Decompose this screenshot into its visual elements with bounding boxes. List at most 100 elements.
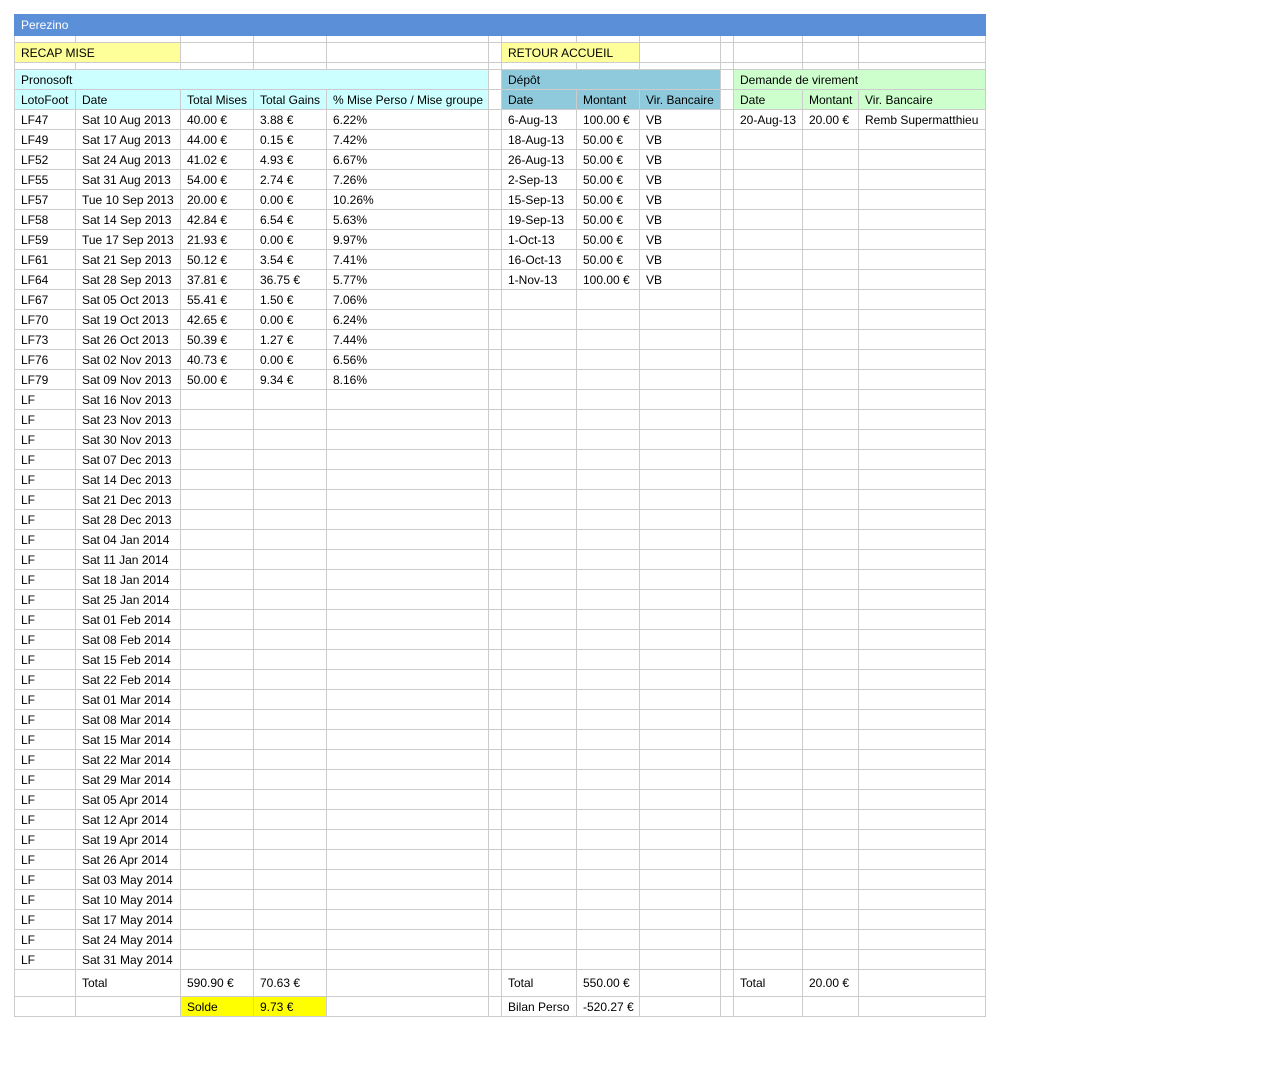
empty-cell[interactable] [858, 629, 986, 650]
empty-cell[interactable] [720, 849, 734, 870]
empty-cell[interactable] [720, 889, 734, 910]
empty-cell[interactable] [501, 349, 577, 370]
empty-cell[interactable] [180, 409, 254, 430]
empty-cell[interactable] [576, 789, 640, 810]
empty-cell[interactable] [576, 369, 640, 390]
total-gains-cell[interactable]: 0.00 € [253, 229, 327, 250]
empty-cell[interactable] [802, 689, 859, 710]
date-cell[interactable]: Sat 31 Aug 2013 [75, 169, 181, 190]
empty-cell[interactable] [180, 649, 254, 670]
empty-cell[interactable] [326, 829, 489, 850]
empty-cell[interactable] [488, 589, 502, 610]
empty-cell[interactable] [802, 309, 859, 330]
empty-cell[interactable] [576, 909, 640, 930]
empty-cell[interactable] [488, 489, 502, 510]
depot-date-cell[interactable]: 1-Nov-13 [501, 269, 577, 290]
depot-vir-cell[interactable]: VB [639, 129, 721, 150]
empty-cell[interactable] [733, 889, 803, 910]
empty-cell[interactable] [501, 769, 577, 790]
total-gains-cell[interactable]: 0.00 € [253, 349, 327, 370]
date-cell[interactable]: Sat 26 Apr 2014 [75, 849, 181, 870]
empty-cell[interactable] [639, 769, 721, 790]
empty-cell[interactable] [639, 849, 721, 870]
total-mises-cell[interactable]: 42.65 € [180, 309, 254, 330]
depot-montant-cell[interactable]: 50.00 € [576, 229, 640, 250]
depot-date-cell[interactable]: 19-Sep-13 [501, 209, 577, 230]
empty-cell[interactable] [501, 749, 577, 770]
empty-cell[interactable] [576, 409, 640, 430]
empty-cell[interactable] [802, 869, 859, 890]
empty-cell[interactable] [180, 869, 254, 890]
lotofoot-cell[interactable]: LF79 [14, 369, 76, 390]
empty-cell[interactable] [720, 769, 734, 790]
empty-cell[interactable] [858, 569, 986, 590]
empty-cell[interactable] [720, 369, 734, 390]
empty-cell[interactable] [576, 489, 640, 510]
empty-cell[interactable] [720, 209, 734, 230]
empty-cell[interactable] [733, 209, 803, 230]
empty-cell[interactable] [639, 909, 721, 930]
total-gains-cell[interactable]: 9.34 € [253, 369, 327, 390]
empty-cell[interactable] [733, 269, 803, 290]
empty-cell[interactable] [720, 929, 734, 950]
empty-cell[interactable] [733, 909, 803, 930]
empty-cell[interactable] [326, 549, 489, 570]
empty-cell[interactable] [253, 929, 327, 950]
empty-cell[interactable] [639, 409, 721, 430]
date-cell[interactable]: Sat 29 Mar 2014 [75, 769, 181, 790]
empty-cell[interactable] [488, 809, 502, 830]
empty-cell[interactable] [733, 129, 803, 150]
empty-cell[interactable] [180, 789, 254, 810]
empty-cell[interactable] [488, 709, 502, 730]
empty-cell[interactable] [802, 829, 859, 850]
empty-cell[interactable] [501, 289, 577, 310]
date-cell[interactable]: Sat 03 May 2014 [75, 869, 181, 890]
lotofoot-cell[interactable]: LF [14, 789, 76, 810]
empty-cell[interactable] [488, 769, 502, 790]
depot-date-cell[interactable]: 18-Aug-13 [501, 129, 577, 150]
empty-cell[interactable] [501, 469, 577, 490]
depot-montant-cell[interactable]: 50.00 € [576, 249, 640, 270]
empty-cell[interactable] [720, 249, 734, 270]
total-gains-cell[interactable]: 0.00 € [253, 309, 327, 330]
empty-cell[interactable] [180, 729, 254, 750]
empty-cell[interactable] [720, 629, 734, 650]
empty-cell[interactable] [180, 709, 254, 730]
empty-cell[interactable] [733, 769, 803, 790]
empty-cell[interactable] [488, 169, 502, 190]
empty-cell[interactable] [802, 909, 859, 930]
empty-cell[interactable] [488, 909, 502, 930]
lotofoot-cell[interactable]: LF [14, 469, 76, 490]
empty-cell[interactable] [639, 289, 721, 310]
empty-cell[interactable] [720, 609, 734, 630]
empty-cell[interactable] [858, 249, 986, 270]
empty-cell[interactable] [639, 549, 721, 570]
empty-cell[interactable] [326, 669, 489, 690]
pct-mise-cell[interactable]: 7.42% [326, 129, 489, 150]
empty-cell[interactable] [639, 489, 721, 510]
empty-cell[interactable] [326, 949, 489, 970]
empty-cell[interactable] [733, 629, 803, 650]
empty-cell[interactable] [639, 349, 721, 370]
empty-cell[interactable] [639, 469, 721, 490]
pct-mise-cell[interactable]: 8.16% [326, 369, 489, 390]
lotofoot-cell[interactable]: LF [14, 549, 76, 570]
date-cell[interactable]: Sat 24 Aug 2013 [75, 149, 181, 170]
date-cell[interactable]: Sat 22 Feb 2014 [75, 669, 181, 690]
empty-cell[interactable] [720, 109, 734, 130]
empty-cell[interactable] [802, 209, 859, 230]
empty-cell[interactable] [858, 489, 986, 510]
empty-cell[interactable] [326, 529, 489, 550]
date-cell[interactable]: Sat 26 Oct 2013 [75, 329, 181, 350]
empty-cell[interactable] [639, 889, 721, 910]
empty-cell[interactable] [253, 829, 327, 850]
empty-cell[interactable] [253, 889, 327, 910]
empty-cell[interactable] [733, 609, 803, 630]
empty-cell[interactable] [180, 669, 254, 690]
date-cell[interactable]: Sat 02 Nov 2013 [75, 349, 181, 370]
date-cell[interactable]: Sat 22 Mar 2014 [75, 749, 181, 770]
pct-mise-cell[interactable]: 10.26% [326, 189, 489, 210]
lotofoot-cell[interactable]: LF [14, 669, 76, 690]
lotofoot-cell[interactable]: LF [14, 749, 76, 770]
pct-mise-cell[interactable]: 6.67% [326, 149, 489, 170]
